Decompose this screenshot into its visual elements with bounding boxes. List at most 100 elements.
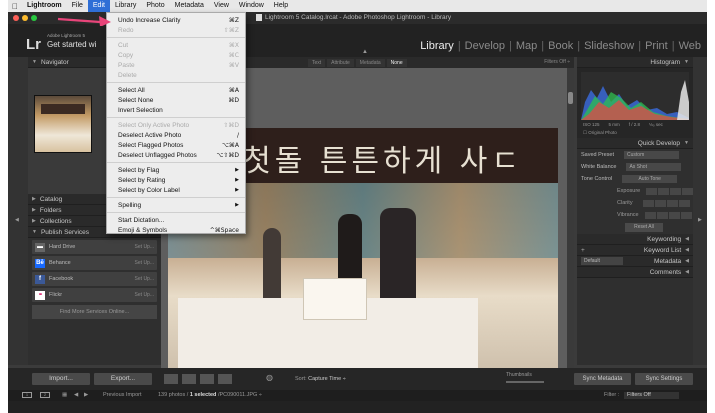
filmstrip-filter-dropdown[interactable]: Filters Off [624,392,679,399]
filter-tab-none[interactable]: None [386,59,407,67]
apple-icon[interactable]:  [8,2,22,11]
step-button[interactable] [666,199,678,207]
step-button[interactable] [646,187,658,195]
compare-view-icon[interactable] [200,374,214,384]
menu-item-invert-selection[interactable]: Invert Selection [107,105,245,115]
step-button[interactable] [682,187,694,195]
grid-view-icon[interactable] [164,374,178,384]
get-started-text[interactable]: Get started wi [47,40,96,49]
filter-tab-text[interactable]: Text [308,59,326,67]
minimize-window-button[interactable] [22,15,28,21]
step-button[interactable] [668,211,680,219]
menu-item-copy[interactable]: Copy ⌘C [107,50,245,60]
module-library[interactable]: Library [420,40,454,52]
metadata-header[interactable]: Default Metadata ◀ [577,256,693,267]
white-balance-dropdown[interactable]: As Shot [626,163,682,171]
menu-metadata[interactable]: Metadata [170,0,209,12]
menu-edit[interactable]: Edit [87,0,110,12]
setup-link[interactable]: Set Up... [135,292,154,298]
module-print[interactable]: Print [645,40,668,52]
histogram-header[interactable]: Histogram ▼ [577,57,693,68]
filmstrip-filter[interactable]: Filters Off [624,392,679,399]
module-develop[interactable]: Develop [465,40,505,52]
original-photo-checkbox[interactable]: ☐ Original Photo [583,130,617,136]
menu-window[interactable]: Window [234,0,269,12]
add-keyword-icon[interactable]: + [581,247,585,254]
menu-photo[interactable]: Photo [141,0,169,12]
saved-preset-dropdown[interactable]: Custom [624,151,680,159]
setup-link[interactable]: Set Up... [135,260,154,266]
keyword-list-header[interactable]: + Keyword List ◀ [577,245,693,256]
thumbnail-size-slider[interactable]: Thumbnails [506,372,544,383]
clarity-buttons[interactable] [642,199,690,207]
filter-tab-attribute[interactable]: Attribute [327,59,354,67]
back-arrow-icon[interactable]: ◀ [74,392,78,398]
menu-item-emoji-symbols[interactable]: Emoji & Symbols ^⌘Space [107,225,245,235]
collapse-top-panel-icon[interactable]: ▲ [362,49,368,55]
step-button[interactable] [658,187,670,195]
triangle-left-icon[interactable]: ◀ [15,217,19,223]
menu-view[interactable]: View [209,0,234,12]
sort-value[interactable]: Capture Time ÷ [308,376,346,382]
filmstrip-page-2[interactable]: 2 [40,392,50,398]
exposure-buttons[interactable] [646,187,694,195]
forward-arrow-icon[interactable]: ▶ [84,392,88,398]
step-button[interactable] [680,211,692,219]
service-behance[interactable]: Bē Behance Set Up... [32,256,157,270]
sync-metadata-button[interactable]: Sync Metadata [574,373,631,385]
menu-item-deselect-active-photo[interactable]: Deselect Active Photo / [107,130,245,140]
menu-item-select-only-active-photo[interactable]: Select Only Active Photo ⇧⌘D [107,120,245,130]
triangle-right-icon[interactable]: ▶ [698,217,702,223]
vertical-scrollbar[interactable] [567,68,574,368]
step-button[interactable] [678,199,690,207]
filter-presets-dropdown[interactable]: Filters Off ÷ [544,59,570,65]
find-more-services-button[interactable]: Find More Services Online... [32,305,157,319]
metadata-preset-dropdown[interactable]: Default [581,257,623,265]
menu-item-select-by-flag[interactable]: Select by Flag ▶ [107,165,245,175]
sort-control[interactable]: Sort: Capture Time ÷ [295,376,346,382]
module-slideshow[interactable]: Slideshow [584,40,634,52]
step-button[interactable] [654,199,666,207]
menu-item-select-all[interactable]: Select All ⌘A [107,85,245,95]
step-button[interactable] [644,211,656,219]
survey-view-icon[interactable] [218,374,232,384]
close-window-button[interactable] [13,15,19,21]
keywording-header[interactable]: Keywording ◀ [577,234,693,245]
painter-icon[interactable]: ◍ [266,373,273,382]
setup-link[interactable]: Set Up... [135,276,154,282]
module-web[interactable]: Web [679,40,701,52]
reset-all-button[interactable]: Reset All [625,223,663,232]
module-map[interactable]: Map [516,40,537,52]
right-panel-toggle-strip[interactable]: ▶ [693,57,707,365]
comments-header[interactable]: Comments ◀ [577,267,693,278]
menu-item-select-by-rating[interactable]: Select by Rating ▶ [107,175,245,185]
left-panel-toggle-strip[interactable]: ◀ [8,57,28,365]
menu-item-deselect-unflagged-photos[interactable]: Deselect Unflagged Photos ⌥⇧⌘D [107,150,245,160]
loupe-view-icon[interactable] [182,374,196,384]
menu-item-select-flagged-photos[interactable]: Select Flagged Photos ⌥⌘A [107,140,245,150]
menu-item-undo-increase-clarity[interactable]: Undo Increase Clarity ⌘Z [107,15,245,25]
step-button[interactable] [642,199,654,207]
menu-item-select-by-color-label[interactable]: Select by Color Label ▶ [107,185,245,195]
monitor-1-icon[interactable]: 1 [22,392,32,398]
quick-develop-header[interactable]: Quick Develop ▼ [577,138,693,149]
menu-item-start-dictation[interactable]: Start Dictation... [107,215,245,225]
service-hard-drive[interactable]: ▬ Hard Drive Set Up... [32,240,157,254]
menu-item-cut[interactable]: Cut ⌘X [107,40,245,50]
import-button[interactable]: Import... [32,373,90,385]
filter-tab-metadata[interactable]: Metadata [355,59,385,67]
menu-lightroom[interactable]: Lightroom [22,0,67,12]
histogram[interactable]: ISO 125 5 mm f / 2.8 ⅛₀ sec ☐ Original P… [577,68,693,138]
menu-item-spelling[interactable]: Spelling ▶ [107,200,245,210]
step-button[interactable] [656,211,668,219]
filmstrip-page-1[interactable]: 1 [22,392,32,398]
monitor-2-icon[interactable]: 2 [40,392,50,398]
navigator-thumbnail[interactable] [34,95,92,153]
service-facebook[interactable]: f Facebook Set Up... [32,272,157,286]
menu-file[interactable]: File [67,0,88,12]
menu-library[interactable]: Library [110,0,141,12]
menu-item-select-none[interactable]: Select None ⌘D [107,95,245,105]
step-button[interactable] [670,187,682,195]
menu-help[interactable]: Help [269,0,293,12]
menu-item-paste[interactable]: Paste ⌘V [107,60,245,70]
